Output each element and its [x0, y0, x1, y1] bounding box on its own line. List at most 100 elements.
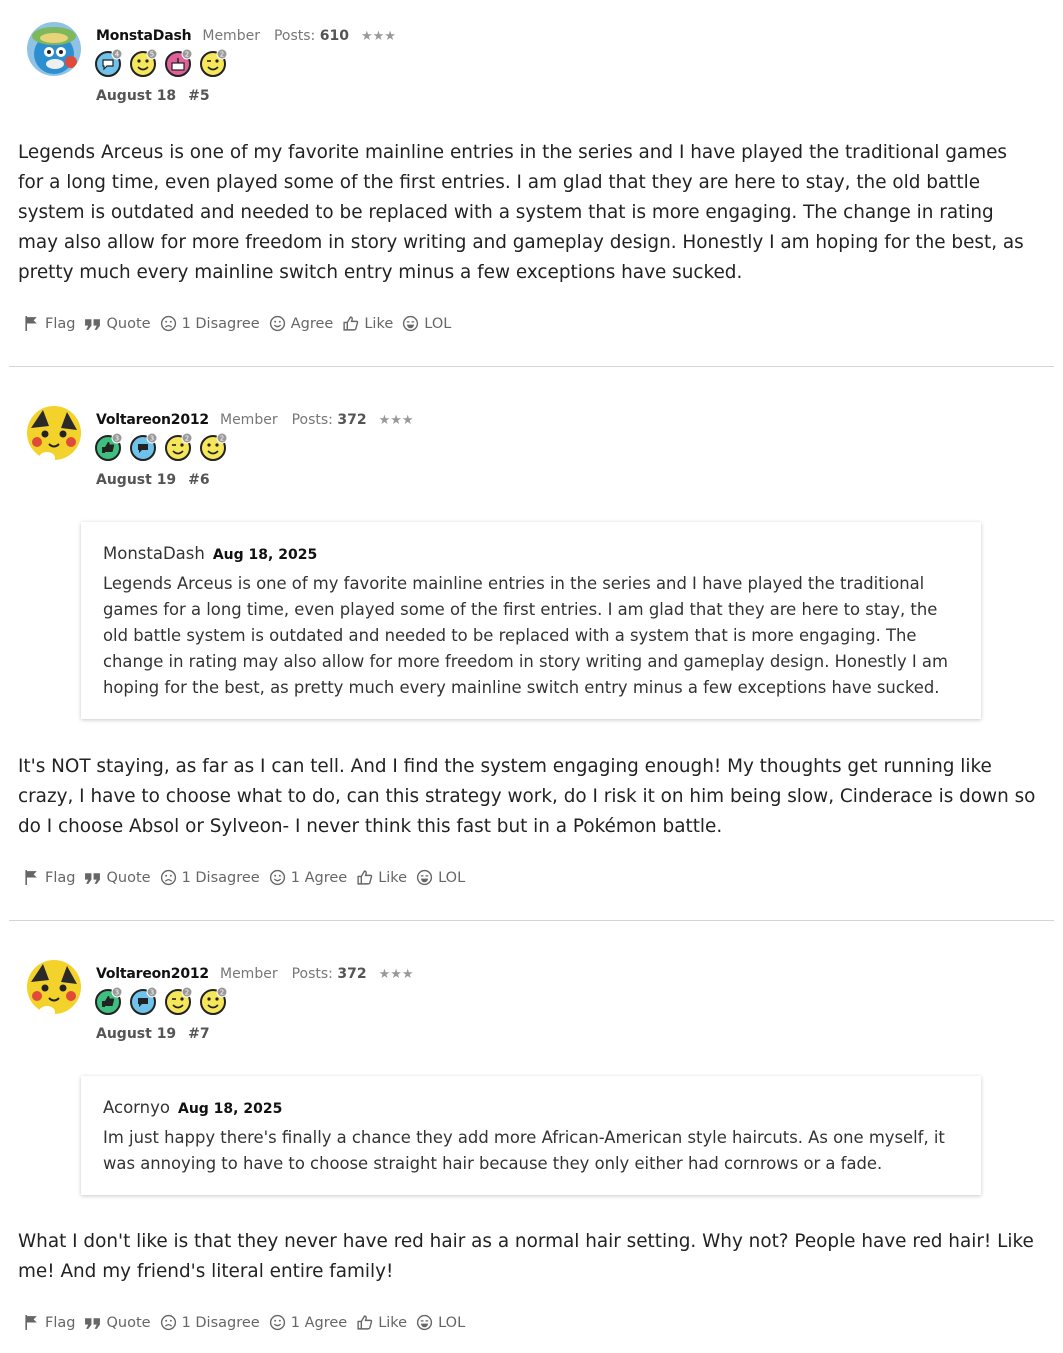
- disagree-button[interactable]: 1 Disagree: [160, 869, 260, 886]
- user-role: Member: [202, 28, 260, 44]
- svg-text:2: 2: [185, 51, 189, 59]
- quote-date[interactable]: Aug 18, 2025: [178, 1101, 282, 1117]
- username[interactable]: MonstaDash: [96, 28, 192, 44]
- flag-button[interactable]: Flag: [23, 869, 75, 886]
- cake-badge-icon[interactable]: 2: [165, 49, 193, 77]
- svg-text:3: 3: [150, 435, 154, 443]
- quote-icon: [85, 319, 101, 330]
- flag-icon: [25, 870, 37, 885]
- post-body: It's NOT staying, as far as I can tell. …: [18, 756, 1036, 837]
- laugh-icon: [417, 869, 433, 886]
- chat-badge-icon[interactable]: 3: [130, 433, 158, 461]
- quote-block: MonstaDash Aug 18, 2025 Legends Arceus is…: [81, 522, 981, 719]
- avatar[interactable]: [27, 960, 81, 1014]
- trophy-badges: 4 5 2 2: [95, 49, 228, 77]
- post-number[interactable]: #5: [188, 88, 209, 104]
- svg-text:2: 2: [185, 989, 189, 997]
- avatar[interactable]: [27, 22, 81, 76]
- flag-button[interactable]: Flag: [23, 315, 75, 332]
- chat-badge-icon[interactable]: 3: [130, 987, 158, 1015]
- laugh-icon: [403, 315, 419, 332]
- post-actions: Flag Quote 1 Disagree 1 Agree Like LOL: [23, 1314, 474, 1331]
- thumbs-up-icon: [343, 316, 359, 331]
- smile-badge-icon[interactable]: 2: [200, 987, 228, 1015]
- quote-text: Im just happy there's finally a chance t…: [103, 1128, 945, 1173]
- user-meta: MonstaDash Member Posts: 610 ★★★: [96, 28, 396, 44]
- post-actions: Flag Quote 1 Disagree Agree Like LOL: [23, 315, 460, 332]
- frown-icon: [160, 1314, 176, 1331]
- user-meta: Voltareon2012 Member Posts: 372 ★★★: [96, 412, 414, 428]
- quote-button[interactable]: Quote: [84, 869, 151, 886]
- quote-header: Acornyo Aug 18, 2025: [103, 1098, 959, 1117]
- post-number[interactable]: #6: [188, 472, 209, 488]
- rank-stars: ★★★: [378, 413, 414, 428]
- username[interactable]: Voltareon2012: [96, 966, 209, 982]
- post-divider: [9, 920, 1054, 921]
- like-button[interactable]: Like: [356, 1314, 407, 1331]
- quote-author[interactable]: MonstaDash: [103, 544, 205, 563]
- thumbs-badge-icon[interactable]: 3: [95, 987, 123, 1015]
- agree-button[interactable]: 1 Agree: [269, 1314, 347, 1331]
- post-actions: Flag Quote 1 Disagree 1 Agree Like LOL: [23, 869, 474, 886]
- user-meta: Voltareon2012 Member Posts: 372 ★★★: [96, 966, 414, 982]
- disagree-button[interactable]: 1 Disagree: [160, 315, 260, 332]
- post-body: Legends Arceus is one of my favorite mai…: [18, 142, 1024, 283]
- wink-badge-icon[interactable]: 2: [165, 987, 193, 1015]
- user-role: Member: [219, 966, 278, 982]
- lol-button[interactable]: LOL: [416, 1314, 465, 1331]
- smile-icon: [269, 869, 285, 886]
- quote-block: Acornyo Aug 18, 2025 Im just happy there'…: [81, 1076, 981, 1195]
- quote-icon: [85, 1318, 101, 1329]
- quote-button[interactable]: Quote: [84, 315, 151, 332]
- post-number[interactable]: #7: [188, 1026, 209, 1042]
- lol-button[interactable]: LOL: [402, 315, 451, 332]
- quote-button[interactable]: Quote: [84, 1314, 151, 1331]
- quote-text: Legends Arceus is one of my favorite mai…: [103, 574, 948, 697]
- post-divider: [9, 366, 1054, 367]
- thumbs-badge-icon[interactable]: 3: [95, 433, 123, 461]
- smile-icon: [269, 1314, 285, 1331]
- quote-author[interactable]: Acornyo: [103, 1098, 170, 1117]
- agree-button[interactable]: Agree: [269, 315, 333, 332]
- svg-text:2: 2: [220, 435, 224, 443]
- lol-button[interactable]: LOL: [416, 869, 465, 886]
- post-date[interactable]: August 19 #7: [96, 1026, 210, 1042]
- flag-icon: [25, 316, 37, 331]
- trophy-badges: 3 3 2 2: [95, 987, 228, 1015]
- disagree-button[interactable]: 1 Disagree: [160, 1314, 260, 1331]
- svg-text:3: 3: [115, 435, 119, 443]
- thumbs-up-icon: [357, 1315, 373, 1330]
- svg-text:2: 2: [220, 989, 224, 997]
- post-count: Posts: 372: [291, 412, 367, 428]
- post-date[interactable]: August 19 #6: [96, 472, 210, 488]
- svg-text:3: 3: [115, 989, 119, 997]
- post-date[interactable]: August 18 #5: [96, 88, 210, 104]
- user-role: Member: [219, 412, 278, 428]
- svg-text:2: 2: [220, 51, 224, 59]
- smile-badge-icon[interactable]: 2: [200, 433, 228, 461]
- frown-icon: [160, 315, 176, 332]
- svg-text:3: 3: [150, 989, 154, 997]
- wink-badge-icon[interactable]: 2: [200, 49, 228, 77]
- like-button[interactable]: Like: [342, 315, 393, 332]
- smile-badge-icon[interactable]: 5: [130, 49, 158, 77]
- thumbs-up-icon: [357, 870, 373, 885]
- laugh-icon: [417, 1314, 433, 1331]
- like-button[interactable]: Like: [356, 869, 407, 886]
- quote-date[interactable]: Aug 18, 2025: [213, 547, 317, 563]
- svg-text:4: 4: [115, 51, 120, 59]
- post-count: Posts: 372: [291, 966, 367, 982]
- avatar[interactable]: [27, 406, 81, 460]
- agree-button[interactable]: 1 Agree: [269, 869, 347, 886]
- rank-stars: ★★★: [360, 29, 396, 44]
- svg-text:2: 2: [185, 435, 189, 443]
- chat-badge-icon[interactable]: 4: [95, 49, 123, 77]
- trophy-badges: 3 3 2 2: [95, 433, 228, 461]
- flag-button[interactable]: Flag: [23, 1314, 75, 1331]
- username[interactable]: Voltareon2012: [96, 412, 209, 428]
- rank-stars: ★★★: [378, 967, 414, 982]
- svg-text:5: 5: [150, 51, 154, 59]
- wink-badge-icon[interactable]: 2: [165, 433, 193, 461]
- frown-icon: [160, 869, 176, 886]
- flag-icon: [25, 1315, 37, 1330]
